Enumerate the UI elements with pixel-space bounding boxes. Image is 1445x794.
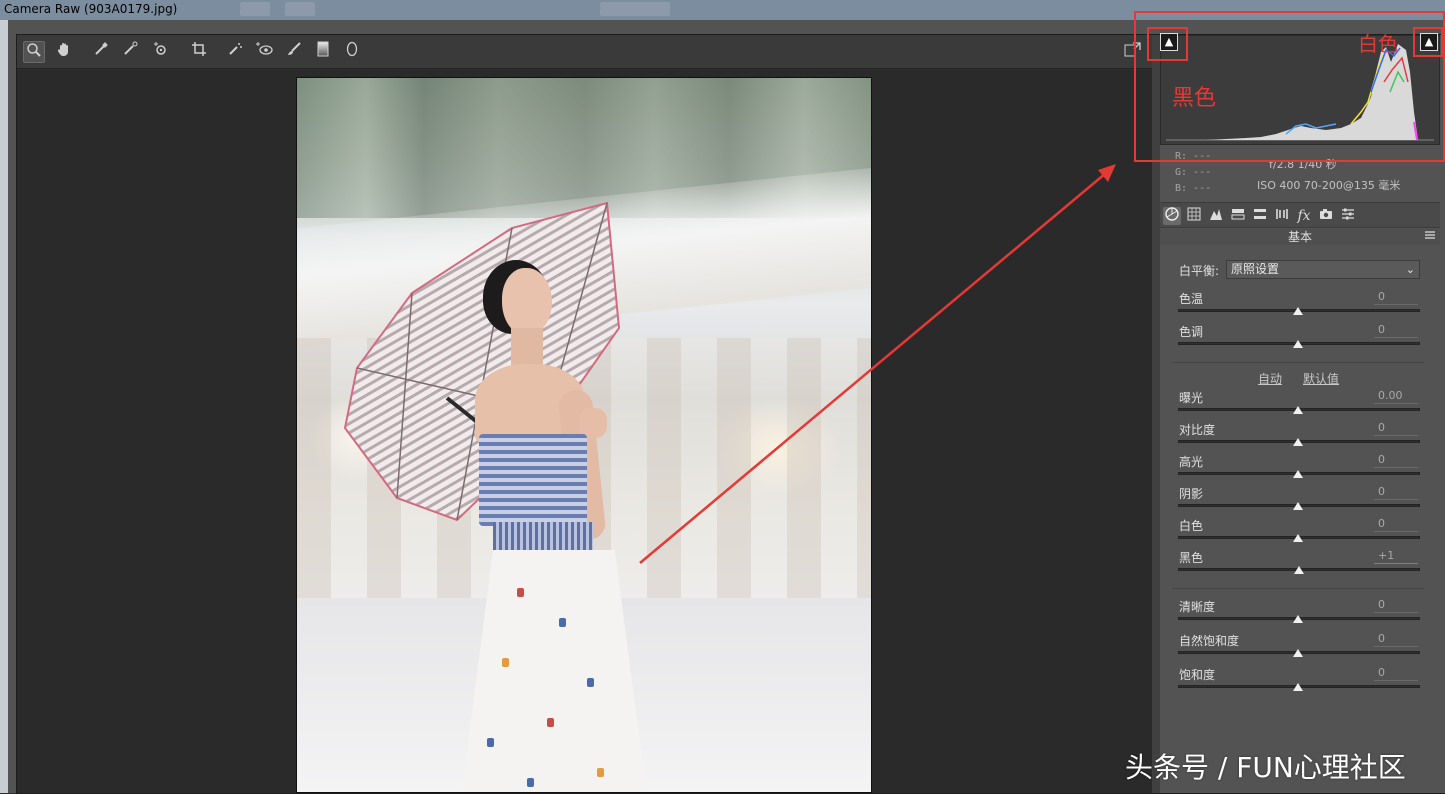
- saturation-value-field[interactable]: 0: [1374, 666, 1418, 681]
- shadow-clip-highlight-box: [1147, 27, 1188, 61]
- clarity-label: 清晰度: [1179, 600, 1216, 614]
- clarity-slider-thumb[interactable]: [1293, 615, 1303, 623]
- title-bar-blurred-area: [240, 2, 270, 16]
- woman-top: [479, 434, 587, 526]
- exposure-slider-thumb[interactable]: [1293, 406, 1303, 414]
- color-sampler-tool-icon[interactable]: [119, 41, 141, 63]
- highlights-value-field[interactable]: 0: [1374, 453, 1418, 468]
- tint-value-field[interactable]: 0: [1374, 323, 1418, 338]
- window-title: Camera Raw (903A0179.jpg): [4, 2, 178, 16]
- white-annotation-label: 白色: [1358, 32, 1398, 56]
- vibrance-label: 自然饱和度: [1179, 634, 1240, 648]
- radial-filter-tool-icon[interactable]: [341, 41, 363, 63]
- rgb-readout-b: B: ---: [1175, 183, 1212, 194]
- skirt-pattern: [559, 618, 566, 627]
- highlights-label: 高光: [1179, 455, 1204, 469]
- contrast-value-field[interactable]: 0: [1374, 421, 1418, 436]
- highlight-clip-highlight-box: [1413, 27, 1443, 57]
- woman-face: [502, 268, 552, 336]
- photo-preview: [296, 77, 872, 793]
- temp-slider-thumb[interactable]: [1293, 307, 1303, 315]
- effects-tab-icon[interactable]: fx: [1295, 207, 1313, 225]
- rgb-readout-g: G: ---: [1175, 167, 1212, 178]
- skirt-pattern: [487, 738, 494, 747]
- skirt-pattern: [587, 678, 594, 687]
- skirt-pattern: [597, 768, 604, 777]
- blacks-value-field[interactable]: +1: [1374, 549, 1418, 564]
- tool-bar: [17, 35, 1152, 69]
- white-balance-select[interactable]: 原照设置 ⌄: [1226, 260, 1420, 279]
- spot-removal-tool-icon[interactable]: [224, 41, 246, 63]
- blacks-label: 黑色: [1179, 551, 1204, 565]
- panel-tab-bar: fx: [1160, 202, 1440, 228]
- basic-tab-icon[interactable]: [1163, 207, 1181, 225]
- shadows-value-field[interactable]: 0: [1374, 485, 1418, 500]
- white-balance-tool-icon[interactable]: [90, 41, 112, 63]
- chevron-down-icon: ⌄: [1405, 263, 1415, 276]
- basic-section-title: 基本: [1160, 229, 1440, 245]
- camera-calibration-tab-icon[interactable]: [1317, 207, 1335, 225]
- presets-tab-icon[interactable]: [1339, 207, 1357, 225]
- whites-slider-thumb[interactable]: [1293, 534, 1303, 542]
- white-balance-value: 原照设置: [1231, 262, 1280, 276]
- hand-tool-icon[interactable]: [53, 41, 75, 63]
- divider: [1172, 362, 1424, 363]
- exposure-value-field[interactable]: 0.00: [1374, 389, 1418, 404]
- detail-tab-icon[interactable]: [1207, 207, 1225, 225]
- watermark-text: 头条号 / FUN心理社区: [1125, 751, 1406, 784]
- saturation-label: 饱和度: [1179, 668, 1216, 682]
- hsl-tab-icon[interactable]: [1229, 207, 1247, 225]
- exposure-label: 曝光: [1179, 391, 1204, 405]
- white-balance-label: 白平衡:: [1179, 264, 1220, 278]
- contrast-label: 对比度: [1179, 423, 1216, 437]
- tint-slider-thumb[interactable]: [1293, 340, 1303, 348]
- divider: [1172, 588, 1424, 589]
- skirt-pattern: [547, 718, 554, 727]
- title-bar-blurred-area: [285, 2, 315, 16]
- split-toning-tab-icon[interactable]: [1251, 207, 1269, 225]
- saturation-slider-thumb[interactable]: [1293, 683, 1303, 691]
- tint-label: 色调: [1179, 325, 1204, 339]
- temp-label: 色温: [1179, 292, 1204, 306]
- graduated-filter-tool-icon[interactable]: [312, 41, 334, 63]
- black-annotation-label: 黑色: [1172, 86, 1217, 111]
- whites-label: 白色: [1179, 519, 1204, 533]
- window-edge: [0, 20, 8, 793]
- targeted-adjustment-tool-icon[interactable]: [149, 41, 171, 63]
- temp-value-field[interactable]: 0: [1374, 290, 1418, 305]
- woman-neck: [511, 328, 543, 368]
- lens-corrections-tab-icon[interactable]: [1273, 207, 1291, 225]
- contrast-slider-thumb[interactable]: [1293, 438, 1303, 446]
- default-link[interactable]: 默认值: [1303, 370, 1339, 387]
- adjustment-brush-tool-icon[interactable]: [283, 41, 305, 63]
- vibrance-value-field[interactable]: 0: [1374, 632, 1418, 647]
- whites-value-field[interactable]: 0: [1374, 517, 1418, 532]
- highlights-slider-thumb[interactable]: [1293, 470, 1303, 478]
- title-bar-blurred-area: [600, 2, 670, 16]
- skirt-pattern: [527, 778, 534, 787]
- iso-lens-info: ISO 400 70-200@135 毫米: [1257, 179, 1401, 192]
- blacks-slider-thumb[interactable]: [1294, 566, 1304, 574]
- red-eye-tool-icon[interactable]: [253, 41, 275, 63]
- auto-link[interactable]: 自动: [1258, 370, 1282, 387]
- woman-waistband: [493, 522, 593, 552]
- clarity-value-field[interactable]: 0: [1374, 598, 1418, 613]
- skirt-pattern: [502, 658, 509, 667]
- vibrance-slider-thumb[interactable]: [1293, 649, 1303, 657]
- tone-curve-tab-icon[interactable]: [1185, 207, 1203, 225]
- zoom-tool-icon[interactable]: [23, 41, 45, 63]
- shadows-label: 阴影: [1179, 487, 1204, 501]
- panel-menu-icon[interactable]: [1424, 230, 1436, 242]
- shadows-slider-thumb[interactable]: [1293, 502, 1303, 510]
- skirt-pattern: [517, 588, 524, 597]
- crop-tool-icon[interactable]: [188, 41, 210, 63]
